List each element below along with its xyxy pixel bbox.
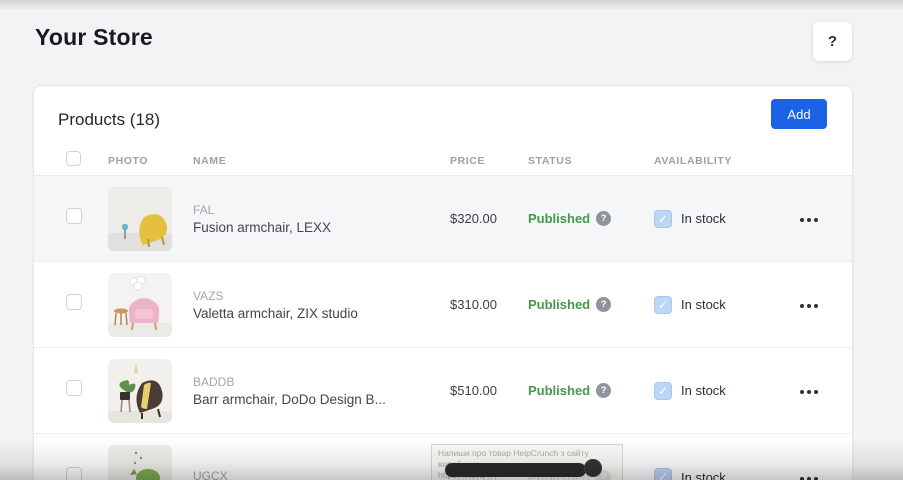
product-price: $310.00 — [450, 297, 528, 312]
row-checkbox[interactable] — [66, 467, 82, 480]
row-checkbox[interactable] — [66, 208, 82, 224]
check-icon: ✓ — [658, 298, 668, 312]
armchair-photo-yellow — [108, 187, 172, 251]
product-photo[interactable] — [108, 359, 172, 423]
product-name: Valetta armchair, ZIX studio — [193, 306, 450, 321]
select-all-checkbox[interactable] — [66, 151, 81, 166]
video-progress-bar[interactable] — [445, 463, 586, 477]
ellipsis-icon — [800, 390, 804, 394]
product-price: $510.00 — [450, 383, 528, 398]
in-stock-checkbox[interactable]: ✓ — [654, 296, 672, 314]
product-name: Fusion armchair, LEXX — [193, 220, 450, 235]
product-photo[interactable] — [108, 187, 172, 251]
row-checkbox[interactable] — [66, 294, 82, 310]
column-header-availability: AVAILABILITY — [654, 155, 784, 167]
video-progress-knob[interactable] — [584, 459, 602, 477]
armchair-photo-green — [108, 445, 172, 480]
product-name: Barr armchair, DoDo Design B... — [193, 392, 450, 407]
help-button[interactable]: ? — [813, 22, 852, 61]
panel-header: Products (18) Add — [34, 86, 852, 146]
ellipsis-icon — [800, 304, 804, 308]
armchair-photo-pink — [108, 273, 172, 337]
table-header-row: PHOTO NAME PRICE STATUS AVAILABILITY — [34, 146, 852, 176]
availability-label: In stock — [681, 297, 726, 312]
status-info-icon[interactable]: ? — [596, 211, 611, 226]
panel-title: Products (18) — [58, 110, 160, 130]
product-sku: UGCX — [193, 469, 450, 480]
ellipsis-icon — [800, 218, 804, 222]
product-photo[interactable] — [108, 445, 172, 480]
status-label: Published — [528, 297, 590, 312]
table-row: FAL Fusion armchair, LEXX $320.00 Publis… — [34, 176, 852, 262]
availability-label: In stock — [681, 211, 726, 226]
product-photo[interactable] — [108, 273, 172, 337]
status-label: Published — [528, 383, 590, 398]
video-top-edge — [0, 0, 903, 9]
in-stock-checkbox[interactable]: ✓ — [654, 382, 672, 400]
table-row: VAZS Valetta armchair, ZIX studio $310.0… — [34, 262, 852, 348]
column-header-price: PRICE — [450, 155, 528, 167]
check-icon: ✓ — [658, 470, 668, 480]
ellipsis-icon — [800, 477, 804, 480]
row-actions-button[interactable] — [798, 298, 820, 314]
products-panel: Products (18) Add PHOTO NAME PRICE STATU… — [33, 85, 853, 480]
row-checkbox[interactable] — [66, 380, 82, 396]
status-label: Published — [528, 211, 590, 226]
product-sku: BADDB — [193, 375, 450, 389]
question-mark-icon: ? — [828, 33, 837, 50]
check-icon: ✓ — [658, 212, 668, 226]
column-header-name: NAME — [193, 155, 450, 167]
in-stock-checkbox[interactable]: ✓ — [654, 210, 672, 228]
armchair-photo-brown — [108, 359, 172, 423]
product-sku: FAL — [193, 203, 450, 217]
row-actions-button[interactable] — [798, 384, 820, 400]
column-header-photo: PHOTO — [108, 155, 193, 167]
availability-label: In stock — [681, 383, 726, 398]
product-sku: VAZS — [193, 289, 450, 303]
availability-label: In stock — [681, 470, 726, 480]
table-row: BADDB Barr armchair, DoDo Design B... $5… — [34, 348, 852, 434]
row-actions-button[interactable] — [798, 212, 820, 228]
product-price: $320.00 — [450, 211, 528, 226]
status-info-icon[interactable]: ? — [596, 383, 611, 398]
add-product-button[interactable]: Add — [771, 99, 827, 129]
in-stock-checkbox[interactable]: ✓ — [654, 468, 672, 480]
column-header-status: STATUS — [528, 155, 654, 167]
check-icon: ✓ — [658, 384, 668, 398]
status-info-icon[interactable]: ? — [596, 297, 611, 312]
page-title: Your Store — [35, 24, 153, 51]
row-actions-button[interactable] — [798, 471, 820, 480]
